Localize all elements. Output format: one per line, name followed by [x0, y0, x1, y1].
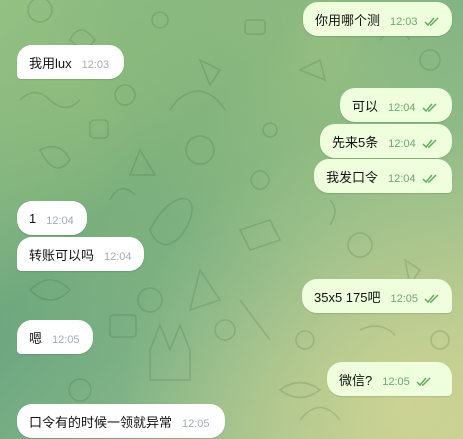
message-bubble-incoming[interactable]: 1 12:04	[17, 201, 87, 235]
message-time: 12:05	[390, 293, 419, 305]
message-time: 12:04	[388, 173, 416, 185]
message-bubble-incoming[interactable]: 我用lux 12:03	[17, 45, 124, 79]
message-bubble-outgoing[interactable]: 我发口令 12:04	[314, 159, 452, 193]
message-bubble-outgoing[interactable]: 先来5条 12:04	[320, 124, 452, 158]
message-text: 你用哪个测	[315, 12, 381, 28]
read-double-check-icon	[416, 377, 431, 387]
message-bubble-incoming[interactable]: 嗯 12:05	[17, 320, 93, 354]
message-bubble-outgoing[interactable]: 微信? 12:05	[327, 362, 452, 396]
message-time: 12:05	[52, 334, 80, 346]
message-time: 12:04	[388, 102, 416, 114]
read-double-check-icon	[422, 174, 437, 184]
chat-message-list[interactable]: 你用哪个测 12:03 我用lux 12:03 可以 12:04 先来5条 12…	[0, 0, 463, 439]
read-double-check-icon	[424, 294, 439, 304]
read-double-check-icon	[424, 17, 439, 27]
message-bubble-outgoing[interactable]: 你用哪个测 12:03	[303, 2, 452, 36]
message-text: 1	[29, 210, 37, 226]
message-text: 转账可以吗	[29, 247, 95, 263]
message-bubble-outgoing[interactable]: 可以 12:04	[340, 88, 452, 122]
message-bubble-outgoing[interactable]: 35x5 175吧 12:05	[302, 279, 452, 313]
message-time: 12:04	[104, 251, 132, 263]
message-text: 口令有的时候一领就异常	[29, 414, 173, 430]
message-text: 可以	[352, 98, 379, 114]
message-time: 12:03	[390, 16, 418, 28]
message-time: 12:04	[388, 138, 416, 150]
message-bubble-incoming[interactable]: 口令有的时候一领就异常 12:05	[17, 404, 225, 438]
message-text: 35x5 175吧	[314, 289, 381, 305]
message-time: 12:03	[81, 59, 110, 71]
read-double-check-icon	[422, 139, 437, 149]
message-bubble-incoming[interactable]: 转账可以吗 12:04	[17, 237, 144, 271]
message-text: 嗯	[29, 330, 43, 346]
message-text: 先来5条	[332, 134, 379, 150]
message-text: 我发口令	[326, 169, 379, 185]
message-time: 12:05	[182, 418, 210, 430]
read-double-check-icon	[422, 103, 437, 113]
message-time: 12:05	[382, 376, 410, 388]
message-text: 我用lux	[29, 55, 72, 71]
message-time: 12:04	[46, 215, 74, 227]
message-text: 微信?	[339, 372, 373, 388]
